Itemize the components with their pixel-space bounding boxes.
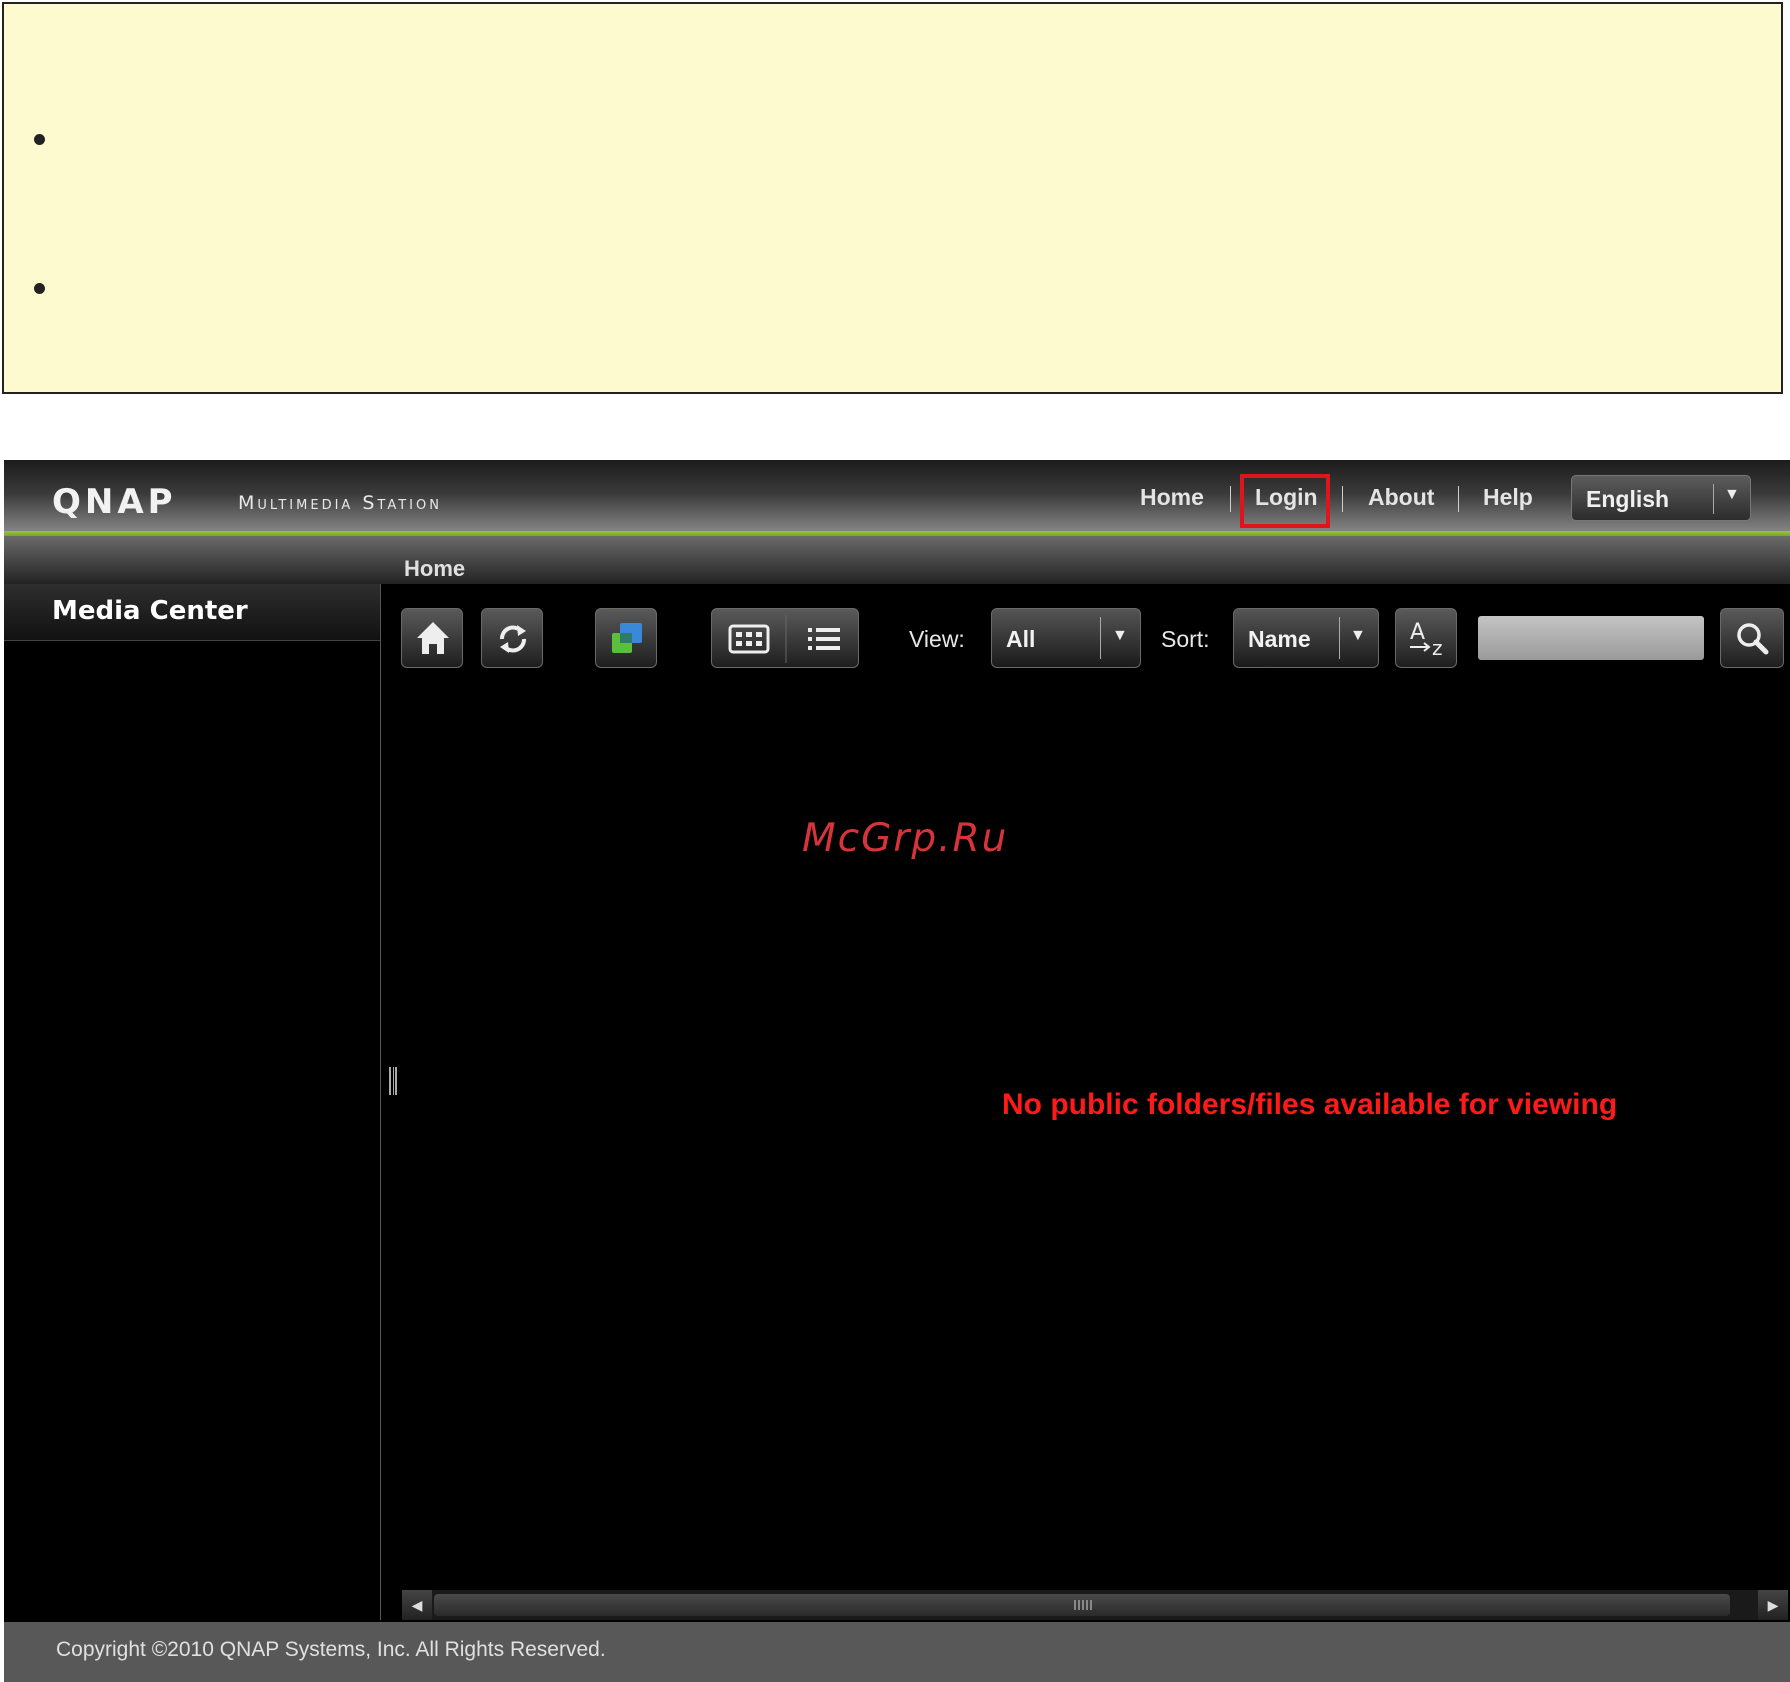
select-divider bbox=[1100, 617, 1101, 659]
sort-label: Sort: bbox=[1161, 626, 1210, 652]
search-button[interactable] bbox=[1720, 608, 1784, 668]
view-mode-icons bbox=[728, 615, 840, 663]
sort-az-icon: A z bbox=[1410, 620, 1443, 660]
nav-help-link[interactable]: Help bbox=[1483, 484, 1533, 511]
footer: Copyright ©2010 QNAP Systems, Inc. All R… bbox=[4, 1622, 1790, 1682]
horizontal-scrollbar[interactable]: ◀ ▶ bbox=[402, 1590, 1788, 1620]
breadcrumb-bar: Home bbox=[4, 536, 1790, 584]
sidebar-item-media-center[interactable]: Media Center bbox=[4, 584, 380, 641]
note-box bbox=[2, 2, 1783, 394]
svg-text:z: z bbox=[1432, 636, 1443, 660]
scroll-left-button[interactable]: ◀ bbox=[402, 1590, 432, 1620]
language-value: English bbox=[1586, 486, 1670, 512]
sort-order-button[interactable]: A z bbox=[1395, 608, 1457, 668]
scroll-thumb[interactable] bbox=[434, 1594, 1730, 1616]
top-bar: QNAP Multimedia Station Home Login About… bbox=[4, 460, 1790, 534]
nav-login-link[interactable]: Login bbox=[1255, 484, 1318, 511]
refresh-icon bbox=[500, 625, 526, 653]
select-divider bbox=[1339, 617, 1340, 659]
nav-separator bbox=[1458, 486, 1459, 512]
app-subtitle: Multimedia Station bbox=[238, 492, 442, 514]
refresh-button[interactable] bbox=[481, 608, 543, 668]
sidebar-resize-handle[interactable] bbox=[389, 1067, 397, 1095]
search-input[interactable] bbox=[1478, 616, 1704, 660]
chevron-down-icon: ▼ bbox=[1350, 627, 1366, 644]
windows-icon bbox=[612, 623, 642, 653]
scroll-right-button[interactable]: ▶ bbox=[1758, 1590, 1788, 1620]
view-mode-group bbox=[711, 608, 859, 668]
nav-about-link[interactable]: About bbox=[1368, 484, 1434, 511]
nav-separator bbox=[1230, 486, 1231, 512]
qnap-logo: QNAP bbox=[52, 482, 177, 522]
empty-state-message: No public folders/files available for vi… bbox=[1002, 1088, 1618, 1121]
sidebar: Media Center bbox=[4, 584, 381, 1620]
svg-text:A: A bbox=[1410, 620, 1425, 645]
home-button[interactable] bbox=[401, 608, 463, 668]
sort-select-value: Name bbox=[1248, 626, 1311, 652]
view-select[interactable]: All ▼ bbox=[991, 608, 1141, 668]
chevron-down-icon: ▼ bbox=[1724, 486, 1740, 503]
view-label: View: bbox=[909, 626, 965, 652]
slideshow-button[interactable] bbox=[595, 608, 657, 668]
copyright-text: Copyright ©2010 QNAP Systems, Inc. All R… bbox=[56, 1638, 606, 1661]
view-select-value: All bbox=[1006, 626, 1036, 652]
multimedia-station-window: QNAP Multimedia Station Home Login About… bbox=[4, 460, 1790, 1682]
nav-home-link[interactable]: Home bbox=[1140, 484, 1204, 511]
language-select[interactable]: English ▼ bbox=[1571, 475, 1751, 521]
select-divider bbox=[1713, 484, 1714, 514]
note-bullet bbox=[34, 134, 45, 145]
home-icon bbox=[417, 622, 449, 654]
note-bullet bbox=[34, 283, 45, 294]
sort-select[interactable]: Name ▼ bbox=[1233, 608, 1379, 668]
search-icon bbox=[1737, 623, 1769, 655]
breadcrumb[interactable]: Home bbox=[404, 556, 465, 582]
nav-separator bbox=[1342, 486, 1343, 512]
grid-view-icon bbox=[728, 624, 770, 654]
chevron-down-icon: ▼ bbox=[1112, 627, 1128, 644]
watermark: McGrp.Ru bbox=[802, 816, 1009, 861]
list-view-icon bbox=[808, 628, 840, 650]
sidebar-item-label: Media Center bbox=[52, 596, 248, 626]
